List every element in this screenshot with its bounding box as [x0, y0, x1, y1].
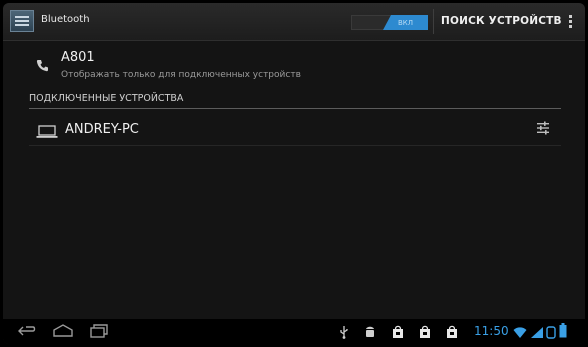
phone-icon — [36, 59, 49, 75]
network-type-icon — [546, 324, 556, 343]
wifi-icon — [513, 324, 527, 343]
android-debug-icon — [364, 324, 376, 343]
overflow-menu-icon[interactable] — [569, 15, 573, 29]
back-icon[interactable] — [17, 323, 37, 343]
settings-app-icon[interactable] — [10, 10, 34, 32]
section-header-paired: ПОДКЛЮЧЕННЫЕ УСТРОЙСТВА — [29, 93, 184, 104]
bluetooth-toggle[interactable]: ВКЛ — [351, 15, 428, 30]
action-bar: Bluetooth ВКЛ ПОИСК УСТРОЙСТВ — [3, 3, 585, 41]
status-clock[interactable]: 11:50 — [474, 324, 509, 338]
device-settings-icon[interactable] — [535, 120, 551, 136]
shopping-bag-icon-2 — [419, 324, 431, 343]
usb-icon — [339, 324, 349, 343]
tablet-screen: Bluetooth ВКЛ ПОИСК УСТРОЙСТВ A801 Отобр… — [3, 3, 585, 344]
page-title: Bluetooth — [41, 14, 90, 25]
home-icon[interactable] — [52, 323, 74, 343]
row-divider — [29, 145, 561, 146]
action-divider — [433, 9, 434, 34]
system-nav-bar: 11:50 — [3, 319, 585, 344]
laptop-icon — [36, 124, 58, 138]
toggle-on-label: ВКЛ — [383, 15, 428, 30]
search-devices-button[interactable]: ПОИСК УСТРОЙСТВ — [441, 15, 562, 27]
device-name: ANDREY-PC — [65, 122, 139, 137]
shopping-bag-icon-1 — [392, 324, 404, 343]
shopping-bag-icon-3 — [446, 324, 458, 343]
section-divider — [29, 108, 561, 109]
visibility-setting[interactable]: Отображать только для подключенных устро… — [61, 70, 301, 80]
signal-strength-icon — [530, 324, 544, 343]
battery-icon — [559, 323, 567, 342]
this-device-name[interactable]: A801 — [61, 50, 95, 65]
recent-apps-icon[interactable] — [89, 323, 109, 343]
